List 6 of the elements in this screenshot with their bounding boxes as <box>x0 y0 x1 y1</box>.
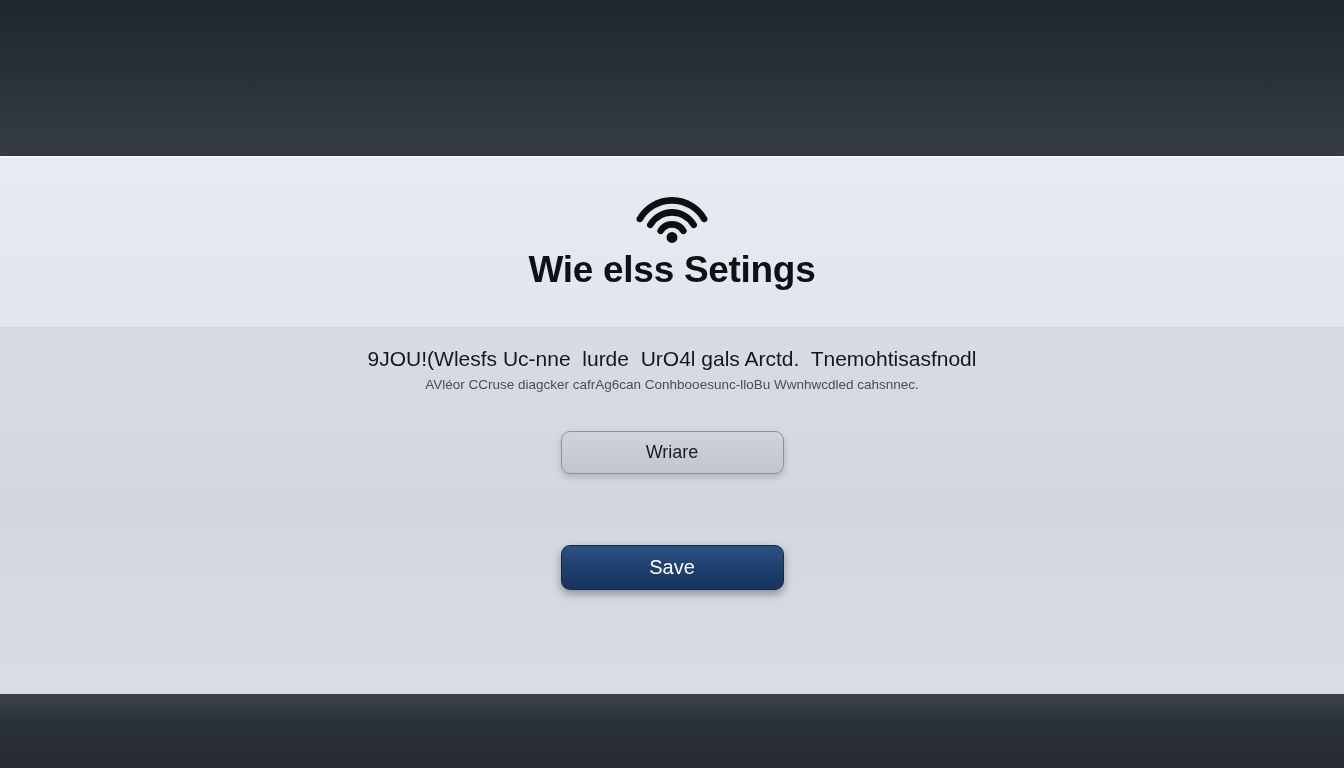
wifi-icon <box>636 196 708 244</box>
description-subtext: AVléor CCruse diagcker cafrAg6can Conhbooesunc-lloBu Wwnhwcdled cahsnnec. <box>425 376 919 393</box>
secondary-button[interactable]: Wriare <box>560 431 784 474</box>
description-text: 9JOU!(Wlesfs Uc-nne lurde UrO4l gals Arctd. Tnemohtisasfnodl <box>367 346 977 372</box>
save-button[interactable]: Save <box>560 545 784 590</box>
page-title: Wie elss Setings <box>528 248 816 292</box>
